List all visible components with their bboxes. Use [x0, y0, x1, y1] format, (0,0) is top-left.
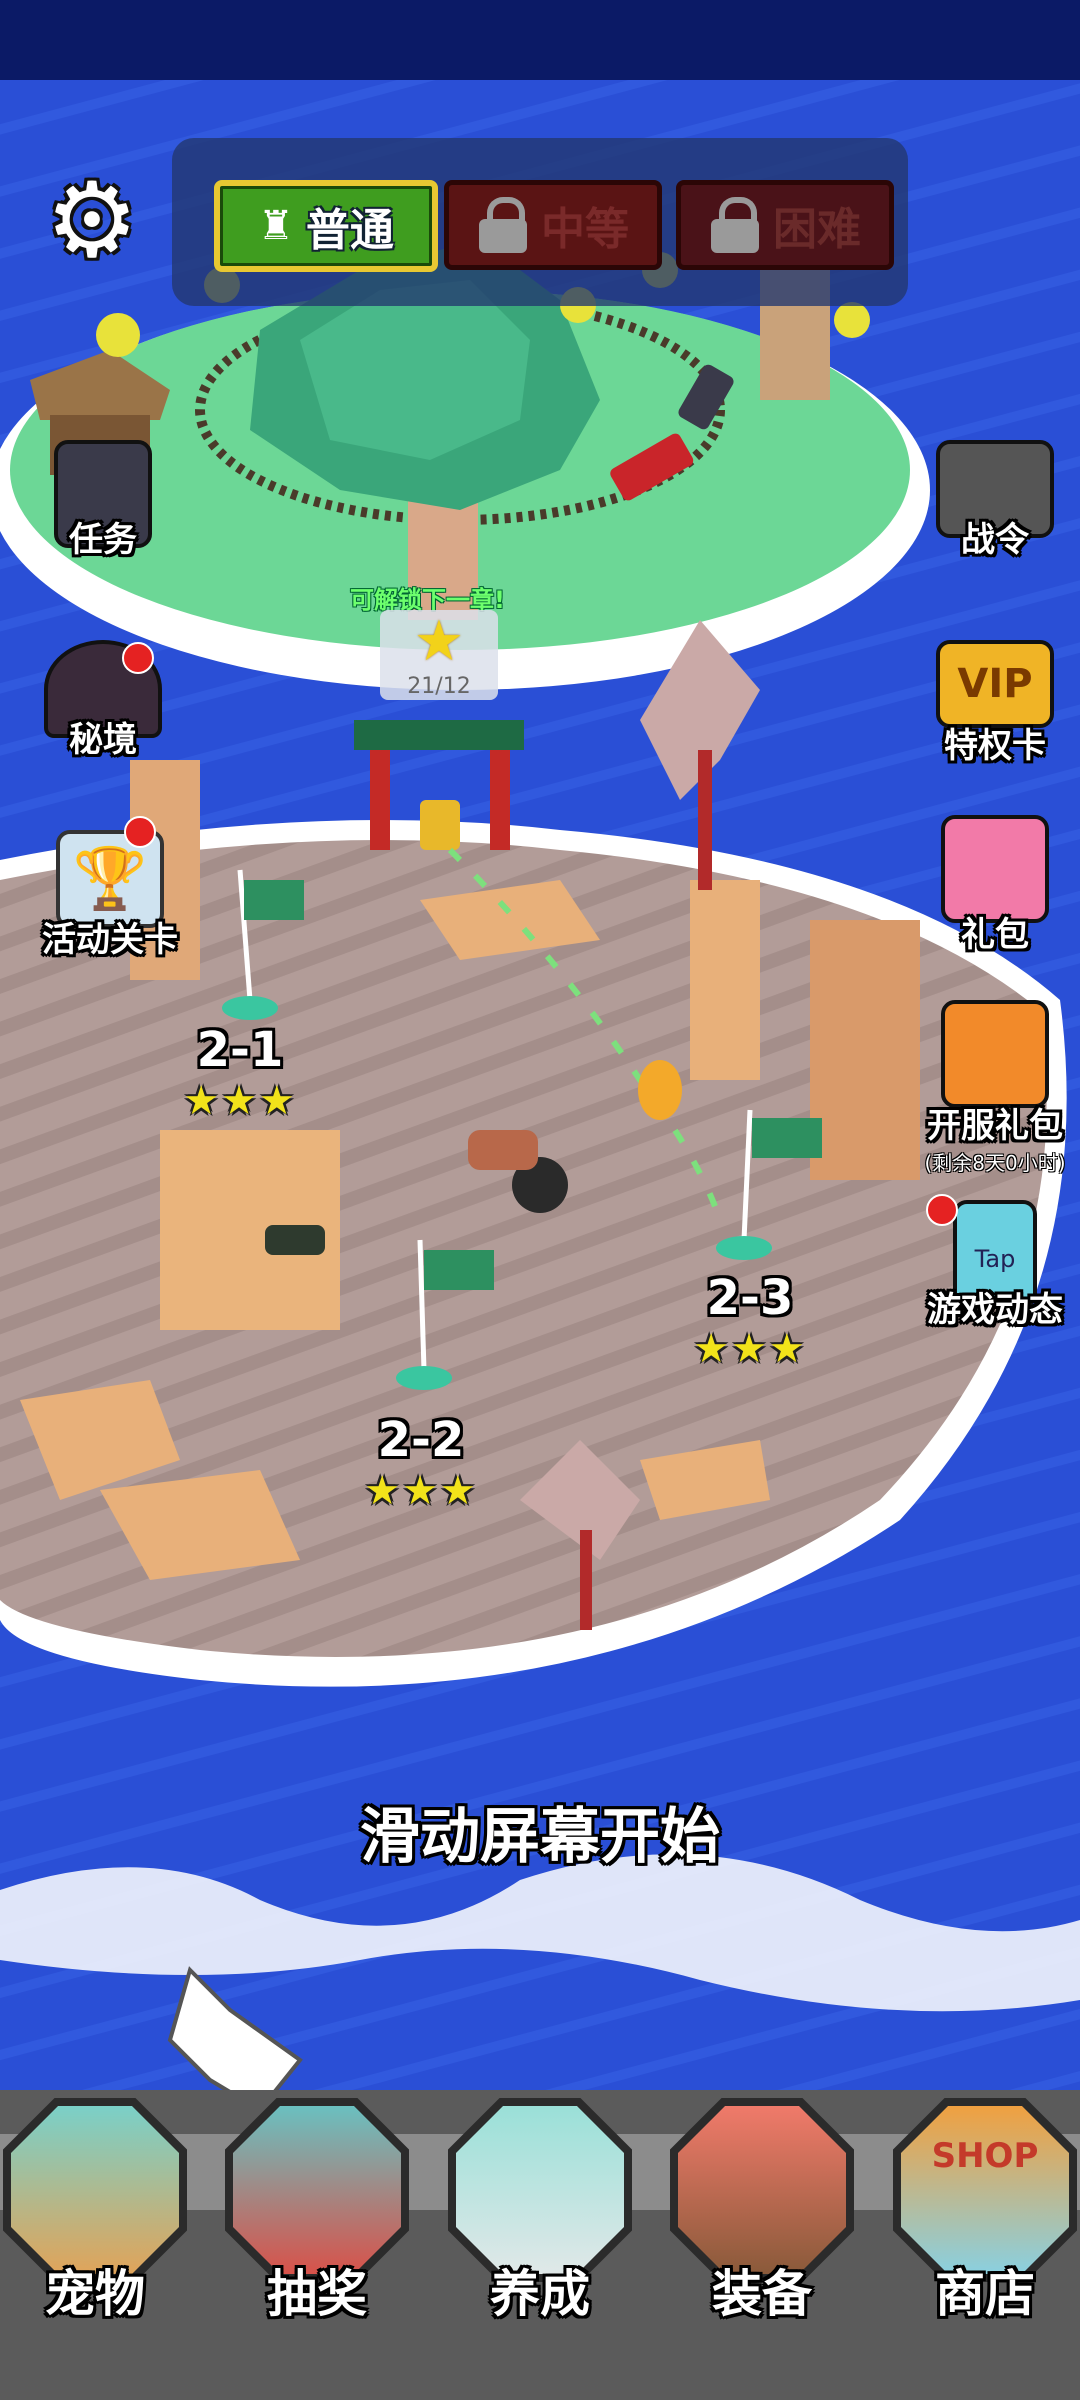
menu-vip-card-label: 特权卡: [944, 726, 1046, 766]
tab-normal[interactable]: ♜ 普通: [214, 180, 438, 272]
stage-label: 2-3: [706, 1270, 794, 1326]
stage-label: 2-2: [377, 1412, 465, 1468]
nav-pets-label: 宠物: [45, 2265, 145, 2323]
game-map-scene[interactable]: [0, 0, 1080, 2400]
nav-cultivate-label: 养成: [490, 2265, 590, 2323]
nav-lottery-label: 抽奖: [267, 2265, 367, 2323]
tab-hard[interactable]: 困难: [676, 180, 894, 270]
star-count-value: 21/12: [407, 674, 471, 699]
menu-launch-gift[interactable]: 开服礼包 (剩余8天0小时): [905, 1000, 1080, 1176]
gear-icon[interactable]: ⚙: [44, 168, 140, 272]
vip-icon: VIP: [936, 640, 1054, 728]
menu-quests-label: 任务: [69, 520, 137, 560]
stage-stars: ★★★: [364, 1468, 478, 1514]
tab-medium-label: 中等: [541, 204, 629, 255]
stage-label: 2-1: [196, 1022, 284, 1078]
nav-shop-label: 商店: [935, 2265, 1035, 2323]
tab-medium[interactable]: 中等: [444, 180, 662, 270]
menu-gift-pack-label: 礼包: [961, 915, 1029, 955]
star-icon: ★: [413, 609, 465, 674]
notification-badge: [124, 816, 156, 848]
menu-game-news-label: 游戏动态: [927, 1290, 1063, 1330]
launch-gift-timer: (剩余8天0小时): [924, 1151, 1066, 1175]
swipe-to-start-hint: 滑动屏幕开始: [360, 1802, 720, 1872]
notification-badge: [122, 642, 154, 674]
menu-battle-pass-label: 战令: [961, 520, 1029, 560]
menu-vip-card[interactable]: VIP 特权卡: [920, 640, 1070, 767]
castle-icon: ♜: [258, 203, 294, 249]
tab-hard-label: 困难: [773, 204, 861, 255]
notification-badge: [926, 1194, 958, 1226]
chapter-star-counter[interactable]: ★ 21/12: [380, 610, 498, 700]
nav-equipment[interactable]: 装备: [667, 2098, 857, 2348]
menu-event-stages-label: 活动关卡: [42, 920, 178, 960]
stage-2-2[interactable]: 2-2 ★★★: [336, 1412, 506, 1514]
lock-icon: [477, 197, 529, 253]
tab-normal-label: 普通: [305, 205, 394, 256]
nav-equipment-label: 装备: [712, 2265, 812, 2323]
menu-quests[interactable]: 任务: [28, 440, 178, 561]
lock-icon: [709, 197, 761, 253]
nav-shop[interactable]: SHOP 商店: [890, 2098, 1080, 2348]
stage-stars: ★★★: [183, 1078, 297, 1124]
menu-event-stages[interactable]: 🏆 活动关卡: [20, 816, 200, 961]
nav-pets[interactable]: 宠物: [0, 2098, 190, 2348]
stage-2-1[interactable]: 2-1 ★★★: [170, 1022, 310, 1124]
character-icon: [941, 1000, 1049, 1108]
stage-2-3[interactable]: 2-3 ★★★: [670, 1270, 830, 1372]
menu-battle-pass[interactable]: 战令: [920, 440, 1070, 561]
nav-lottery[interactable]: 抽奖: [222, 2098, 412, 2348]
top-sky-bar: [0, 0, 1080, 80]
nav-cultivate[interactable]: 养成: [445, 2098, 635, 2348]
stage-stars: ★★★: [693, 1326, 807, 1372]
menu-game-news[interactable]: Tap 游戏动态: [920, 1194, 1070, 1331]
menu-launch-gift-label: 开服礼包: [927, 1106, 1063, 1146]
menu-secret-realm[interactable]: 秘境: [28, 640, 178, 761]
menu-secret-realm-label: 秘境: [69, 720, 137, 760]
menu-gift-pack[interactable]: 礼包: [920, 815, 1070, 956]
